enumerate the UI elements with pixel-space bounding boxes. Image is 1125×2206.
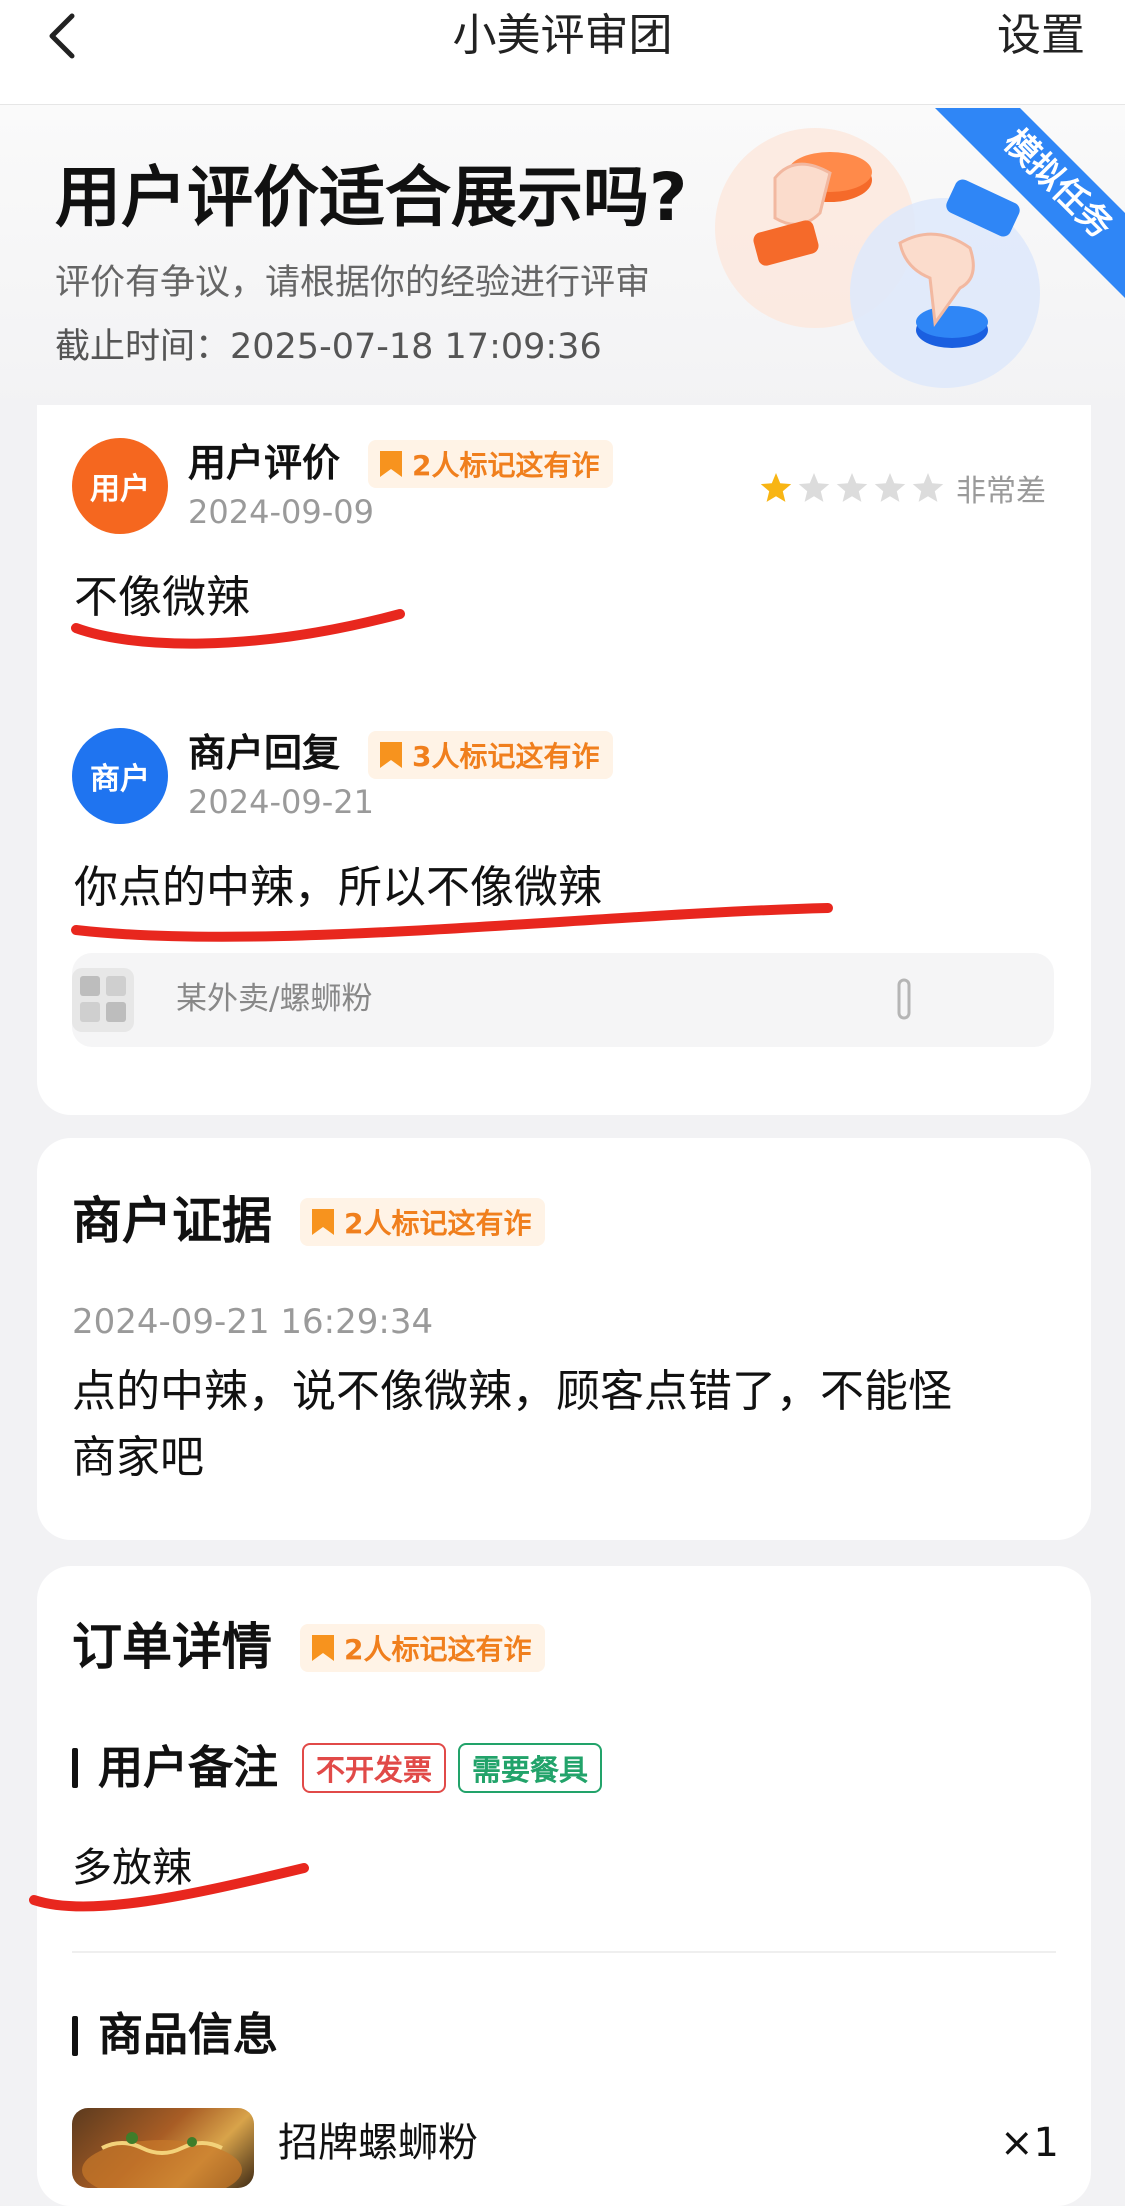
fraud-mark-text: 2人标记这有诈	[412, 449, 600, 482]
noodle-dish-icon	[82, 2132, 242, 2200]
fraud-mark-text: 2人标记这有诈	[344, 1207, 532, 1240]
star-icon	[760, 473, 792, 502]
settings-button[interactable]: 设置	[997, 8, 1085, 64]
evidence-text-line1: 点的中辣，说不像微辣，顾客点错了，不能怪	[72, 1366, 952, 1417]
page-subtitle: 评价有争议，请根据你的经验进行评审	[55, 263, 651, 303]
order-detail-title: 订单详情	[72, 1618, 272, 1676]
rating-label: 非常差	[956, 474, 1046, 509]
goods-info-title: 商品信息	[98, 2008, 279, 2061]
hands-pressing-buttons-icon	[715, 108, 1125, 388]
scroll-handle-icon[interactable]	[896, 978, 912, 1020]
star-rating-icons	[760, 473, 944, 502]
evidence-text-line2: 商家吧	[72, 1432, 204, 1483]
bookmark-icon	[380, 742, 402, 768]
fraud-mark-text: 3人标记这有诈	[412, 740, 600, 773]
merchant-reply-date: 2024-09-21	[188, 783, 374, 821]
page-title: 用户评价适合展示吗?	[55, 159, 688, 236]
bookmark-icon	[312, 1209, 334, 1235]
red-underline-annotation	[29, 1863, 309, 1912]
star-icon	[874, 473, 906, 502]
star-icon	[912, 473, 944, 502]
shop-thumbnail-icon	[72, 968, 134, 1032]
tag-no-invoice: 不开发票	[302, 1743, 447, 1793]
section-marker	[72, 1748, 78, 1788]
fraud-mark-badge[interactable]: 2人标记这有诈	[300, 1624, 546, 1672]
fraud-mark-badge[interactable]: 2人标记这有诈	[368, 440, 614, 488]
fraud-mark-text: 2人标记这有诈	[344, 1633, 532, 1666]
shop-name: 某外卖/螺蛳粉	[176, 981, 373, 1017]
tag-need-cutlery: 需要餐具	[458, 1743, 603, 1793]
fraud-mark-badge[interactable]: 3人标记这有诈	[368, 731, 614, 779]
star-rating: 非常差	[758, 466, 1046, 510]
user-review-label: 用户评价	[188, 441, 341, 485]
divider	[72, 1951, 1056, 1953]
fraud-mark-badge[interactable]: 2人标记这有诈	[300, 1198, 546, 1246]
red-underline-annotation	[71, 903, 833, 942]
user-review-date: 2024-09-09	[188, 493, 374, 531]
evidence-timestamp: 2024-09-21 16:29:34	[72, 1302, 434, 1342]
user-note-title: 用户备注	[98, 1741, 279, 1794]
product-thumbnail[interactable]	[72, 2108, 254, 2200]
merchant-avatar: 商户	[72, 728, 168, 824]
bookmark-icon	[380, 451, 402, 477]
evidence-title: 商户证据	[72, 1192, 272, 1250]
nav-title: 小美评审团	[452, 10, 673, 61]
bookmark-icon	[312, 1635, 334, 1661]
section-marker	[72, 2016, 78, 2056]
star-icon	[798, 473, 830, 502]
hero-illustration: 模拟任务	[690, 108, 1125, 408]
product-name: 招牌螺蛳粉	[278, 2120, 478, 2166]
product-quantity: ×1	[1000, 2120, 1059, 2166]
red-underline-annotation	[71, 609, 405, 649]
deadline-text: 截止时间：2025-07-18 17:09:36	[55, 327, 602, 367]
user-avatar: 用户	[72, 438, 168, 534]
merchant-reply-label: 商户回复	[188, 731, 341, 775]
star-icon	[836, 473, 868, 502]
